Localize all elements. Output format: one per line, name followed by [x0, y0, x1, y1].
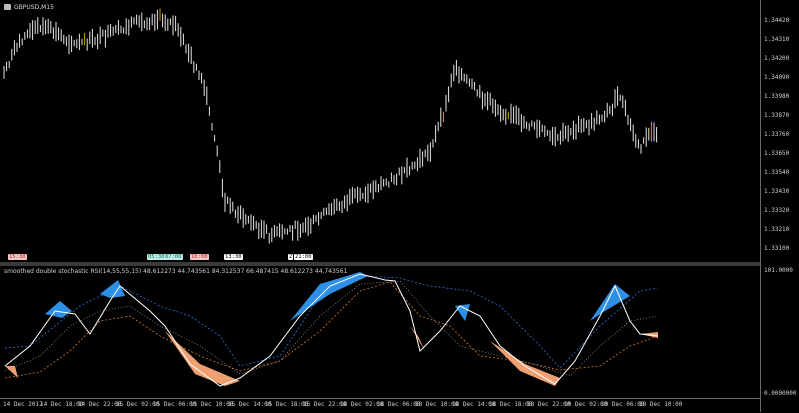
main-chart-panel[interactable]: [0, 0, 760, 262]
price-tick: 1.33760: [764, 131, 790, 138]
symbol-icon: [4, 4, 11, 10]
time-tick: 14 Dec 18:00: [40, 401, 84, 408]
stoch-fill-down: [410, 326, 425, 351]
time-tick: 15 Dec 10:00: [190, 401, 234, 408]
indicator-scale-top: 101.0000: [764, 267, 793, 274]
price-tick: 1.33430: [764, 188, 790, 195]
time-tick: 14 Dec 22:00: [78, 401, 122, 408]
time-tick: 18 Dec 06:00: [377, 401, 421, 408]
chart-title: GBPUSD,M15: [14, 4, 54, 11]
time-tick: 14 Dec 2017: [3, 401, 43, 408]
price-tick: 1.34090: [764, 74, 790, 81]
time-tick: 19 Dec 06:00: [601, 401, 645, 408]
price-tick: 1.34310: [764, 36, 790, 43]
time-tick: 18 Dec 18:00: [489, 401, 533, 408]
time-tick: 19 Dec 10:00: [639, 401, 683, 408]
stoch-fill-up: [100, 280, 125, 298]
session-tag: 21:00: [294, 254, 313, 260]
indicator-scale-bottom: 0.0000000: [764, 390, 797, 397]
price-tick: 1.33210: [764, 226, 790, 233]
session-tag: 13:30: [224, 254, 243, 260]
price-tick: 1.33540: [764, 169, 790, 176]
session-tag: 10:00: [190, 254, 209, 260]
session-tag: 15:30: [8, 254, 27, 260]
price-tick: 1.33650: [764, 150, 790, 157]
indicator-panel[interactable]: [0, 266, 760, 398]
stoch-fill-up: [455, 304, 470, 321]
time-tick: 15 Dec 18:00: [265, 401, 309, 408]
stoch-fill-up: [590, 284, 630, 321]
price-tick: 1.34420: [764, 17, 790, 24]
price-tick: 1.33980: [764, 93, 790, 100]
stoch-fill-down: [490, 341, 560, 386]
price-tick: 1.33100: [764, 245, 790, 252]
session-tag: 2: [288, 254, 294, 260]
price-tick: 1.33870: [764, 112, 790, 119]
indicator-title: smoothed double stochastic RSI(14,55,55,…: [4, 268, 348, 275]
session-tag: 05:30: [147, 254, 166, 260]
price-tick: 1.33320: [764, 207, 790, 214]
indicator-plot: [4, 272, 659, 387]
signal-line-orange: [4, 281, 659, 379]
price-candles: [3, 8, 658, 244]
signal-line-grey: [4, 280, 659, 377]
stoch-fill-down: [165, 331, 240, 386]
stoch-fill-down: [5, 366, 18, 378]
session-tag: 07:00: [164, 254, 183, 260]
price-tick: 1.34200: [764, 55, 790, 62]
